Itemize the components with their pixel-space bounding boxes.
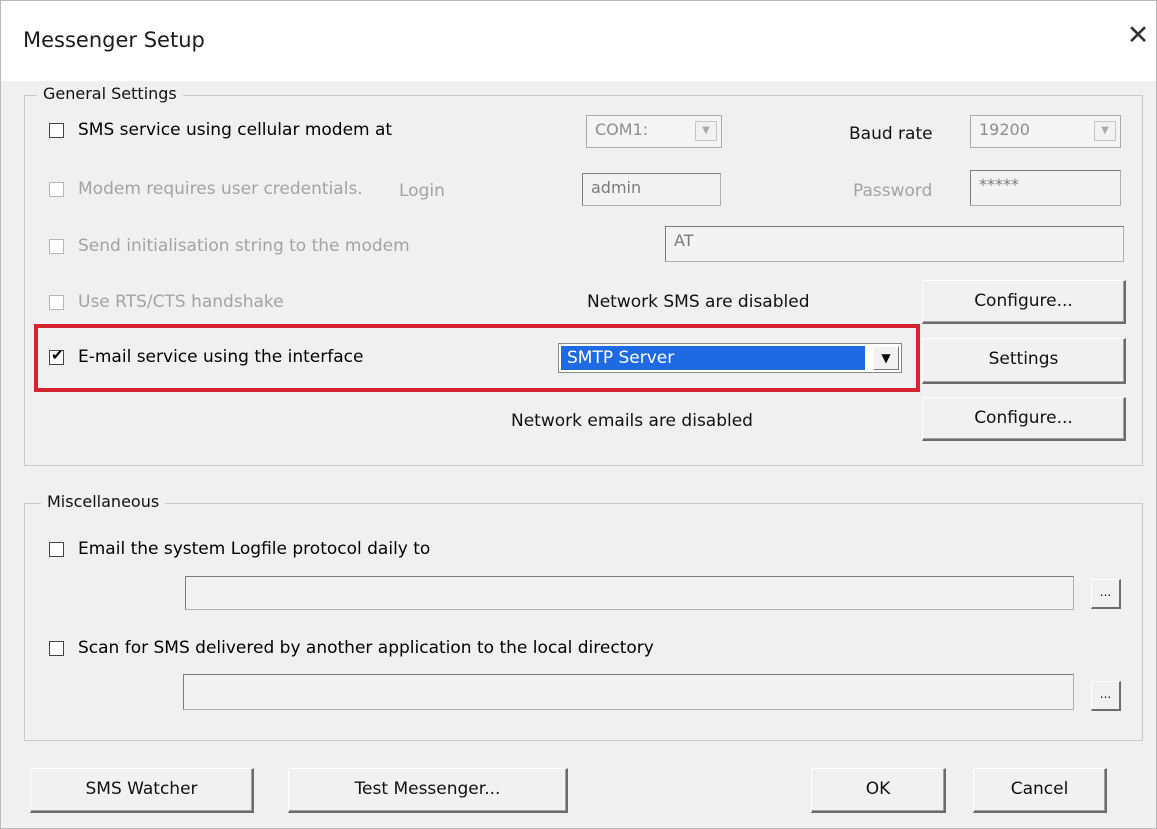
init-string-checkbox[interactable] [49,238,64,254]
logfile-email-field[interactable] [185,576,1074,610]
sms-watcher-button[interactable]: SMS Watcher [30,768,254,813]
configure-email-button[interactable]: Configure... [922,397,1126,441]
logfile-checkbox[interactable] [49,541,64,557]
messenger-setup-dialog: Messenger Setup ✕ General Settings SMS s… [0,0,1157,829]
configure-sms-button[interactable]: Configure... [922,280,1126,324]
logfile-label: Email the system Logfile protocol daily … [78,539,431,559]
password-value: ***** [979,175,1019,194]
logfile-browse-button[interactable]: ... [1091,579,1121,609]
sms-watcher-label: SMS Watcher [85,779,198,799]
sms-service-row: SMS service using cellular modem at [49,120,392,140]
chevron-down-icon: ▼ [695,121,717,141]
network-sms-status: Network SMS are disabled [587,292,810,312]
cancel-label: Cancel [1010,779,1069,799]
dialog-title: Messenger Setup [23,28,205,52]
close-icon[interactable]: ✕ [1123,21,1153,51]
general-settings-label: General Settings [37,84,183,103]
login-value: admin [591,178,642,197]
rts-row: Use RTS/CTS handshake [49,292,284,312]
password-field[interactable]: ***** [970,170,1121,206]
configure-sms-label: Configure... [974,291,1073,311]
test-messenger-label: Test Messenger... [354,779,501,799]
password-label: Password [853,181,933,201]
settings-button-label: Settings [988,349,1059,369]
miscellaneous-label: Miscellaneous [41,492,166,511]
chevron-down-icon: ▼ [1094,121,1116,141]
ok-label: OK [865,779,891,799]
scan-row: Scan for SMS delivered by another applic… [49,638,654,658]
settings-button[interactable]: Settings [922,338,1126,384]
title-bar: Messenger Setup ✕ [1,1,1156,81]
login-label: Login [399,181,445,201]
cancel-button[interactable]: Cancel [973,768,1107,813]
scan-label: Scan for SMS delivered by another applic… [78,638,654,658]
init-string-value: AT [674,231,694,250]
init-string-field[interactable]: AT [665,226,1124,262]
baud-rate-label: Baud rate [849,124,933,144]
com-port-value: COM1: [595,120,649,139]
configure-email-label: Configure... [974,408,1073,428]
test-messenger-button[interactable]: Test Messenger... [288,768,568,813]
init-string-label: Send initialisation string to the modem [78,236,410,256]
rts-label: Use RTS/CTS handshake [78,292,284,312]
credentials-label: Modem requires user credentials. [78,179,363,199]
scan-browse-button[interactable]: ... [1091,681,1121,711]
credentials-checkbox[interactable] [49,181,64,197]
rts-checkbox[interactable] [49,294,64,310]
scan-directory-field[interactable] [183,674,1074,710]
com-port-select[interactable]: COM1: ▼ [586,115,722,148]
login-field[interactable]: admin [582,173,721,206]
ok-button[interactable]: OK [811,768,946,813]
logfile-row: Email the system Logfile protocol daily … [49,539,430,559]
baud-rate-value: 19200 [979,120,1030,139]
init-string-row: Send initialisation string to the modem [49,236,410,256]
sms-service-checkbox[interactable] [49,122,64,138]
baud-rate-select[interactable]: 19200 ▼ [970,115,1121,148]
highlight-annotation [34,324,920,392]
sms-service-label: SMS service using cellular modem at [78,120,393,140]
scan-checkbox[interactable] [49,640,64,656]
network-email-status: Network emails are disabled [511,411,753,431]
credentials-row: Modem requires user credentials. [49,179,363,199]
